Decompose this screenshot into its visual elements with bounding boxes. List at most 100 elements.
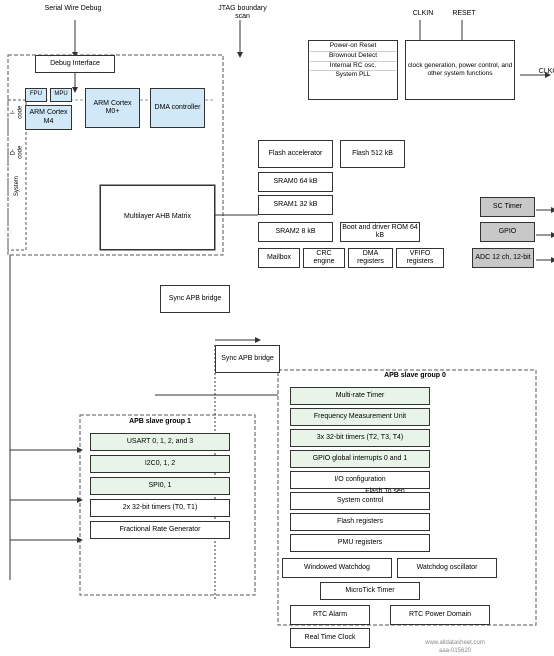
multilayer-ahb-box: Multilayer AHB Matrix <box>100 185 215 250</box>
flash-accelerator-box: Flash accelerator <box>258 140 333 168</box>
usart-text: USART 0, 1, 2, and 3 <box>127 438 193 446</box>
vfifo-registers-text: VFIFO registers <box>398 250 442 267</box>
sync-apb-bridge-box: Sync APB bridge <box>215 345 280 373</box>
system-label: System <box>14 181 21 196</box>
spi-box: SPI0, 1 <box>90 477 230 495</box>
fpu-text: FPU <box>30 91 42 98</box>
dma-registers-box: DMA registers <box>348 248 393 268</box>
sram0-text: SRAM0 64 kB <box>274 178 318 186</box>
internal-rc-osc-text: Internal RC osc. <box>310 62 396 72</box>
dcode-label: D-code <box>10 145 24 160</box>
mpu-text: MPU <box>54 91 67 98</box>
fractional-rate-gen-box: Fractional Rate Generator <box>90 521 230 539</box>
jtag-label: JTAG boundary scan <box>210 5 275 22</box>
fractional-rate-gen-text: Fractional Rate Generator <box>120 526 201 534</box>
apb-slave-group0-label: APB slave group 0 <box>350 372 480 380</box>
sram1-text: SRAM1 32 kB <box>274 201 318 209</box>
i2c-text: I2C0, 1, 2 <box>145 460 175 468</box>
io-config-box: I/O configuration <box>290 471 430 489</box>
clock-gen-text: clock generation, power control, and oth… <box>407 62 513 78</box>
crc-engine-box: CRC engine <box>303 248 345 268</box>
multilayer-ahb-text: Multilayer AHB Matrix <box>124 213 191 221</box>
freq-measurement-box: Frequency Measurement Unit <box>290 408 430 426</box>
clkout-label: CLKOUT <box>538 68 554 76</box>
debug-interface-box: Debug Interface <box>35 55 115 73</box>
boot-rom-box: Boot and driver ROM 64 kB <box>340 222 420 242</box>
dma-controller-text: DMA controller <box>155 104 201 112</box>
flash-512kb-text: Flash 512 kB <box>352 150 393 158</box>
freq-measurement-text: Frequency Measurement Unit <box>314 413 406 421</box>
arm-cortex-m0plus-box: ARM Cortex M0+ <box>85 88 140 128</box>
real-time-clock-box: Real Time Clock <box>290 628 370 648</box>
windowed-watchdog-box: Windowed Watchdog <box>282 558 392 578</box>
flash-registers-text: Flash registers <box>337 518 383 526</box>
system-control-text: System control <box>337 497 383 505</box>
i2c-box: I2C0, 1, 2 <box>90 455 230 473</box>
mailbox-text: Mailbox <box>267 254 291 262</box>
pmu-registers-text: PMU registers <box>338 539 382 547</box>
flash-to-sen-label: Flash To sen <box>320 488 450 496</box>
serial-wire-debug-label: Serial Wire Debug <box>38 5 108 13</box>
pmu-registers-box: PMU registers <box>290 534 430 552</box>
sram1-box: SRAM1 32 kB <box>258 195 333 215</box>
rtc-power-domain-box: RTC Power Domain <box>390 605 490 625</box>
sram2-text: SRAM2 8 kB <box>275 228 315 236</box>
mpu-box: MPU <box>50 88 72 102</box>
multi-rate-timer-text: Multi-rate Timer <box>336 392 385 400</box>
part-number: aaa-015620 <box>380 648 530 655</box>
system-pll-text: System PLL <box>310 71 396 79</box>
adc-text: ADC 12 ch, 12-bit <box>475 254 530 262</box>
clkin-label: CLKIN <box>408 10 438 18</box>
spi-text: SPI0, 1 <box>149 482 172 490</box>
arm-cortex-m4-box: ARM Cortex M4 <box>25 105 72 130</box>
usart-box: USART 0, 1, 2, and 3 <box>90 433 230 451</box>
gpio-interrupts-box: GPIO global interrupts 0 and 1 <box>290 450 430 468</box>
power-reset-box: Power-on Reset Brownout Detect Internal … <box>308 40 398 100</box>
adc-box: ADC 12 ch, 12-bit <box>472 248 534 268</box>
microtick-timer-text: MicroTick Timer <box>345 587 394 595</box>
gpio-box: GPIO <box>480 222 535 242</box>
sram0-box: SRAM0 64 kB <box>258 172 333 192</box>
windowed-watchdog-text: Windowed Watchdog <box>304 564 370 572</box>
crc-engine-text: CRC engine <box>305 250 343 267</box>
dma-controller-box: DMA controller <box>150 88 205 128</box>
mailbox-box: Mailbox <box>258 248 300 268</box>
arm-cortex-m4-text: ARM Cortex M4 <box>27 109 70 126</box>
microtick-timer-box: MicroTick Timer <box>320 582 420 600</box>
watchdog-osc-box: Watchdog oscillator <box>397 558 497 578</box>
watchdog-osc-text: Watchdog oscillator <box>417 564 478 572</box>
timers-2x32bit-text: 2x 32-bit timers (T0, T1) <box>123 504 198 512</box>
real-time-clock-text: Real Time Clock <box>305 634 356 642</box>
rtc-alarm-text: RTC Alarm <box>313 611 347 619</box>
sc-timer-text: SC Timer <box>493 203 522 211</box>
sram2-box: SRAM2 8 kB <box>258 222 333 242</box>
apb-slave-group1-label: APB slave group 1 <box>90 418 230 426</box>
sc-timer-box: SC Timer <box>480 197 535 217</box>
sync-apb-bridge-top-box: Sync APB bridge <box>160 285 230 313</box>
timers-2x32bit-box: 2x 32-bit timers (T0, T1) <box>90 499 230 517</box>
watermark: www.alldatasheet.com <box>380 640 530 647</box>
flash-accelerator-text: Flash accelerator <box>269 150 323 158</box>
icode-label: I-code <box>10 105 24 120</box>
debug-interface-text: Debug Interface <box>50 60 100 68</box>
gpio-interrupts-text: GPIO global interrupts 0 and 1 <box>313 455 408 463</box>
vfifo-registers-box: VFIFO registers <box>396 248 444 268</box>
boot-rom-text: Boot and driver ROM 64 kB <box>342 224 418 241</box>
flash-512kb-box: Flash 512 kB <box>340 140 405 168</box>
rtc-alarm-box: RTC Alarm <box>290 605 370 625</box>
brownout-detect-text: Brownout Detect <box>310 52 396 62</box>
gpio-text: GPIO <box>499 228 517 236</box>
dma-registers-text: DMA registers <box>350 250 391 267</box>
reset-label: RESET <box>449 10 479 18</box>
timers-32bit-text: 3x 32-bit timers (T2, T3, T4) <box>317 434 404 442</box>
sync-apb-bridge-top-text: Sync APB bridge <box>169 295 222 303</box>
arm-cortex-m0plus-text: ARM Cortex M0+ <box>87 100 138 117</box>
flash-registers-box: Flash registers <box>290 513 430 531</box>
power-on-reset-text: Power-on Reset <box>310 42 396 52</box>
timers-32bit-box: 3x 32-bit timers (T2, T3, T4) <box>290 429 430 447</box>
rtc-power-domain-text: RTC Power Domain <box>409 611 471 619</box>
multi-rate-timer-box: Multi-rate Timer <box>290 387 430 405</box>
io-config-text: I/O configuration <box>334 476 385 484</box>
block-diagram: Serial Wire Debug JTAG boundary scan CLK… <box>0 0 554 656</box>
fpu-box: FPU <box>25 88 47 102</box>
